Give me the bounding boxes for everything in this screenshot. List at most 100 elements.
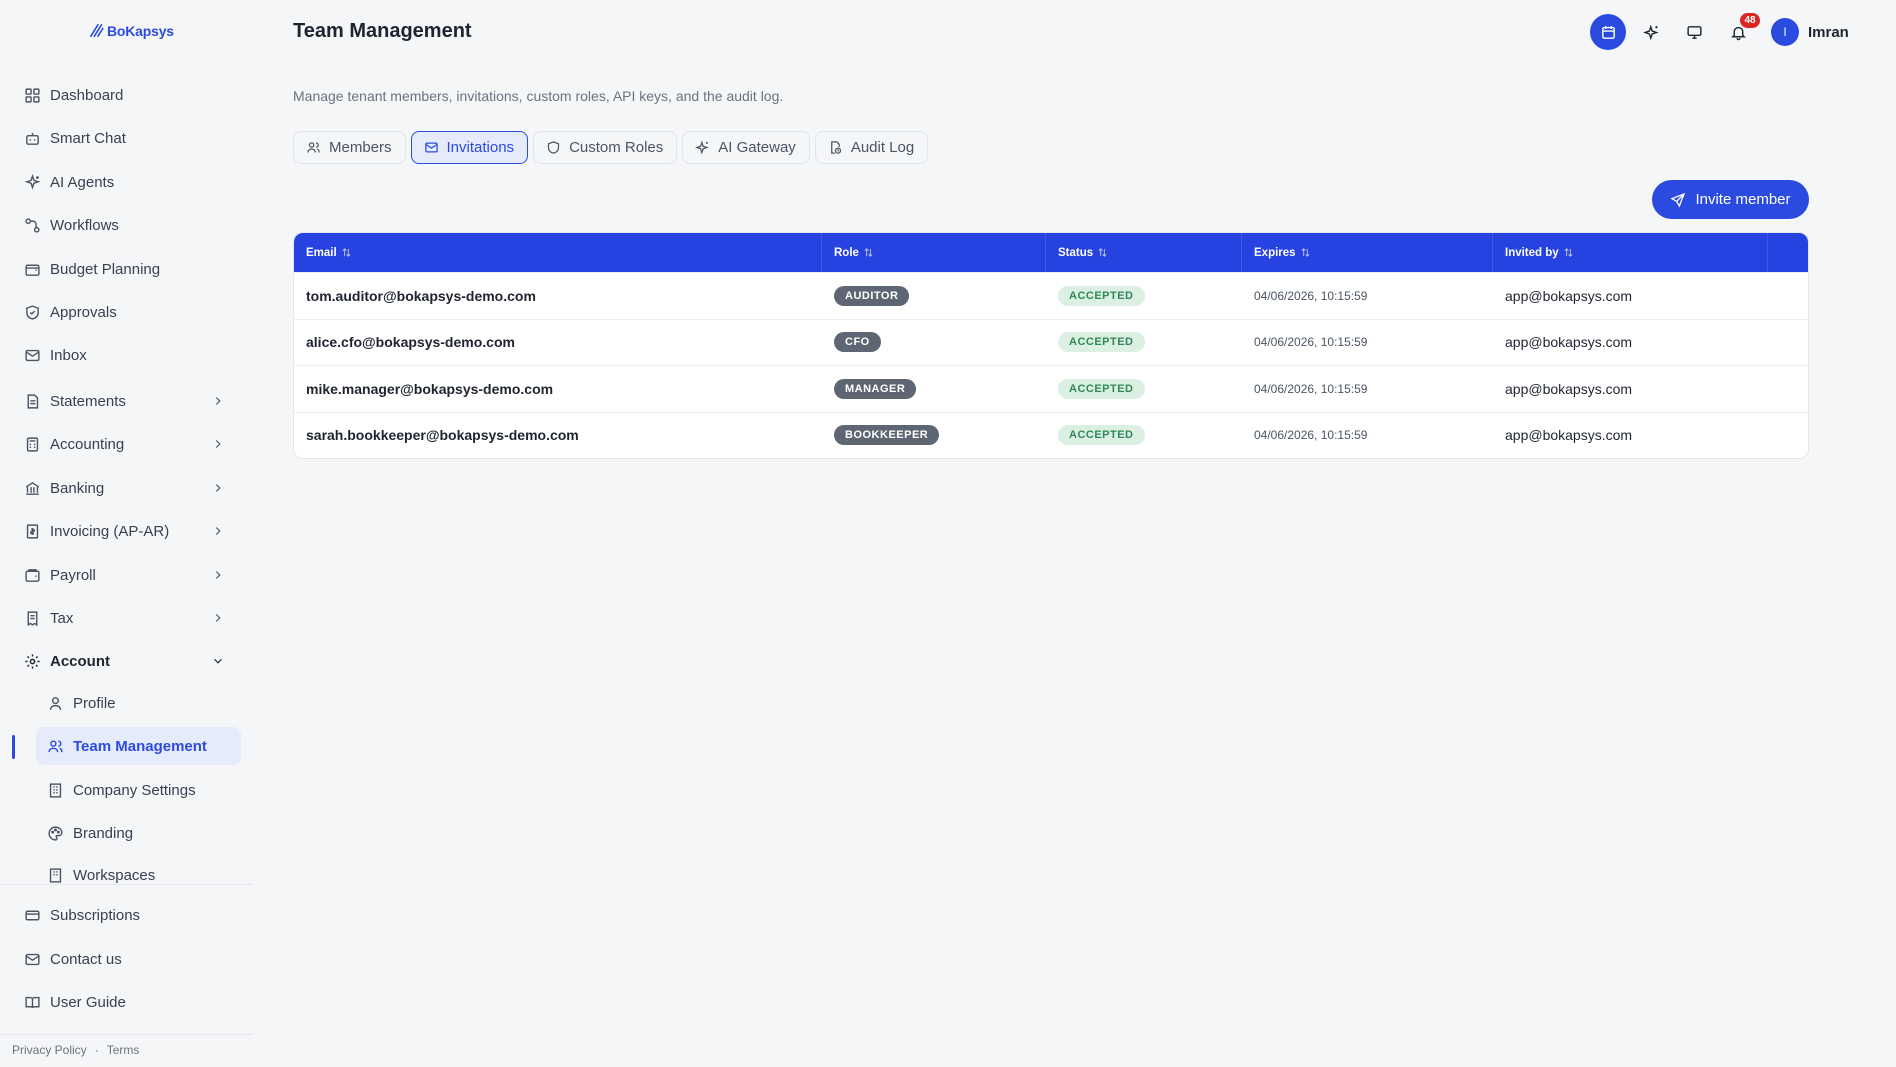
cell-actions — [1768, 366, 1808, 412]
receipt-icon — [24, 610, 41, 627]
sidebar-item-account[interactable]: Account — [12, 642, 241, 680]
wallet-icon — [24, 261, 41, 278]
monitor-icon — [1686, 25, 1702, 39]
sidebar-divider — [0, 884, 253, 885]
cell-email: sarah.bookkeeper@bokapsys-demo.com — [306, 427, 579, 444]
column-label: Invited by — [1505, 246, 1559, 259]
table-row[interactable]: sarah.bookkeeper@bokapsys-demo.com BOOKK… — [294, 411, 1808, 459]
cell-status: ACCEPTED — [1046, 366, 1242, 412]
page-subtitle: Manage tenant members, invitations, cust… — [293, 88, 784, 104]
bank-icon — [24, 480, 41, 497]
terms-link[interactable]: Terms — [107, 1043, 140, 1057]
table-row[interactable]: mike.manager@bokapsys-demo.com MANAGER A… — [294, 365, 1808, 412]
calculator-icon — [24, 436, 41, 453]
brand-logo[interactable]: BoKapsys — [88, 22, 174, 39]
invite-member-button[interactable]: Invite member — [1652, 180, 1809, 219]
cell-role: BOOKKEEPER — [822, 413, 1046, 459]
mail-icon — [24, 951, 41, 968]
sidebar-item-label: Workspaces — [73, 866, 156, 884]
document-icon — [24, 393, 41, 410]
sidebar-item-subscriptions[interactable]: Subscriptions — [12, 896, 241, 934]
cell-status: ACCEPTED — [1046, 273, 1242, 319]
cell-invited-by: app@bokapsys.com — [1505, 427, 1633, 444]
column-header-email[interactable]: Email — [294, 233, 822, 272]
calendar-button[interactable] — [1590, 14, 1626, 50]
sidebar-item-ai-agents[interactable]: AI Agents — [12, 163, 241, 201]
sort-icon — [1301, 248, 1310, 257]
role-badge: BOOKKEEPER — [834, 425, 940, 446]
sort-icon — [1098, 248, 1107, 257]
user-name: Imran — [1808, 23, 1849, 41]
status-badge: ACCEPTED — [1058, 332, 1145, 353]
tab-audit-log[interactable]: Audit Log — [814, 131, 929, 164]
sidebar-item-accounting[interactable]: Accounting — [12, 425, 241, 463]
active-indicator — [12, 735, 15, 759]
ai-assistant-button[interactable] — [1633, 14, 1669, 50]
table-row[interactable]: tom.auditor@bokapsys-demo.com AUDITOR AC… — [294, 272, 1808, 319]
tab-label: Custom Roles — [569, 139, 664, 156]
tab-custom-roles[interactable]: Custom Roles — [533, 131, 678, 164]
column-label: Status — [1058, 246, 1094, 259]
sidebar-item-label: Payroll — [50, 566, 96, 584]
cell-expires: 04/06/2026, 10:15:59 — [1254, 335, 1368, 350]
sidebar-item-payroll[interactable]: Payroll — [12, 556, 241, 594]
sidebar-item-banking[interactable]: Banking — [12, 469, 241, 507]
sidebar-item-company-settings[interactable]: Company Settings — [36, 771, 241, 809]
user-menu[interactable]: I Imran — [1771, 18, 1849, 46]
chevron-down-icon — [211, 654, 225, 668]
brand-name: BoKapsys — [107, 22, 174, 39]
status-badge: ACCEPTED — [1058, 425, 1145, 446]
tab-invitations[interactable]: Invitations — [410, 131, 529, 164]
cell-actions — [1768, 413, 1808, 459]
sidebar-item-team-management[interactable]: Team Management — [36, 727, 241, 765]
invoice-icon — [24, 523, 41, 540]
sidebar: BoKapsys Dashboard Smart Chat AI Agents … — [0, 0, 253, 1067]
sidebar-item-inbox[interactable]: Inbox — [12, 336, 241, 374]
sidebar-item-statements[interactable]: Statements — [12, 382, 241, 420]
sidebar-item-budget-planning[interactable]: Budget Planning — [12, 250, 241, 288]
avatar: I — [1771, 18, 1799, 46]
privacy-policy-link[interactable]: Privacy Policy — [12, 1043, 87, 1057]
sidebar-item-dashboard[interactable]: Dashboard — [12, 76, 241, 114]
bot-icon — [24, 130, 41, 147]
sidebar-item-workflows[interactable]: Workflows — [12, 206, 241, 244]
sidebar-item-label: Banking — [50, 479, 105, 497]
shield-icon — [547, 141, 560, 154]
building-icon — [47, 867, 64, 884]
column-header-expires[interactable]: Expires — [1242, 233, 1493, 272]
sidebar-item-workspaces[interactable]: Workspaces — [36, 857, 241, 893]
display-button[interactable] — [1676, 14, 1712, 50]
tab-ai-gateway[interactable]: AI Gateway — [682, 131, 810, 164]
sparkles-icon — [695, 140, 710, 155]
sidebar-item-user-guide[interactable]: User Guide — [12, 983, 241, 1021]
sidebar-item-profile[interactable]: Profile — [36, 684, 241, 722]
book-icon — [24, 994, 41, 1011]
sidebar-item-tax[interactable]: Tax — [12, 599, 241, 637]
sidebar-item-approvals[interactable]: Approvals — [12, 293, 241, 331]
sidebar-item-invoicing[interactable]: Invoicing (AP-AR) — [12, 512, 241, 550]
sidebar-item-label: Contact us — [50, 950, 122, 968]
chevron-right-icon — [211, 568, 225, 582]
table-row[interactable]: alice.cfo@bokapsys-demo.com CFO ACCEPTED… — [294, 318, 1808, 366]
cell-expires: 04/06/2026, 10:15:59 — [1254, 288, 1368, 303]
notifications-button[interactable]: 48 — [1720, 13, 1760, 50]
sidebar-item-branding[interactable]: Branding — [36, 814, 241, 852]
grid-icon — [24, 87, 41, 104]
tab-members[interactable]: Members — [293, 131, 406, 164]
column-header-invited-by[interactable]: Invited by — [1493, 233, 1768, 272]
footer-separator: · — [94, 1043, 99, 1057]
role-badge: AUDITOR — [834, 285, 910, 306]
sidebar-item-label: Company Settings — [73, 781, 196, 799]
column-header-role[interactable]: Role — [822, 233, 1046, 272]
sidebar-item-label: Approvals — [50, 303, 117, 321]
table-header: Email Role Status Expires Invited by — [294, 233, 1808, 272]
sidebar-item-label: Team Management — [73, 737, 207, 755]
sidebar-item-contact-us[interactable]: Contact us — [12, 940, 241, 978]
sidebar-item-smart-chat[interactable]: Smart Chat — [12, 119, 241, 157]
sidebar-divider — [0, 1034, 253, 1035]
column-header-status[interactable]: Status — [1046, 233, 1242, 272]
column-header-actions — [1768, 233, 1808, 272]
cell-status: ACCEPTED — [1046, 320, 1242, 366]
card-icon — [24, 907, 41, 924]
sidebar-item-label: Branding — [73, 824, 134, 842]
